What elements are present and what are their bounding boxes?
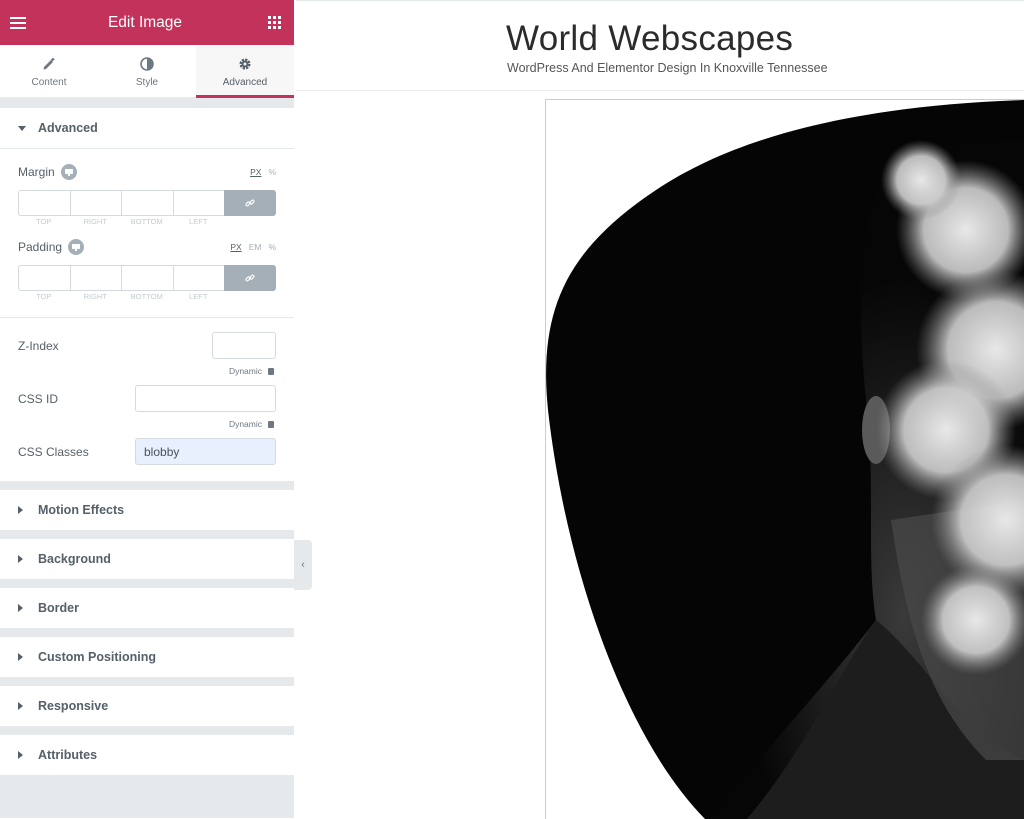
database-icon — [268, 367, 274, 375]
padding-unit-px[interactable]: PX — [230, 242, 241, 252]
tab-advanced-label: Advanced — [222, 76, 268, 88]
caret-right-icon — [18, 555, 28, 563]
z-index-input[interactable] — [212, 332, 276, 359]
margin-right-label: RIGHT — [83, 217, 107, 226]
collapse-panel-button[interactable]: ‹ — [294, 540, 312, 590]
dynamic-label: Dynamic — [228, 366, 262, 376]
section-title: Responsive — [38, 699, 109, 713]
section-border[interactable]: Border — [0, 588, 294, 628]
padding-left-label: LEFT — [189, 292, 208, 301]
margin-bottom-label: BOTTOM — [130, 217, 163, 226]
tab-content[interactable]: Content — [0, 45, 98, 97]
padding-top-input[interactable] — [18, 265, 70, 291]
margin-units: PX % — [250, 167, 276, 177]
caret-right-icon — [18, 653, 28, 661]
widgets-grid-icon[interactable] — [254, 0, 294, 45]
desktop-icon[interactable] — [60, 164, 77, 180]
section-motion-effects[interactable]: Motion Effects — [0, 490, 294, 530]
advanced-section-body: Margin PX % TOP RIGHT BOTTOM LEFT Paddin… — [0, 148, 294, 481]
database-icon — [268, 420, 274, 428]
section-custom-positioning[interactable]: Custom Positioning — [0, 637, 294, 677]
site-title[interactable]: World Webscapes — [506, 19, 793, 59]
margin-control: Margin PX % TOP RIGHT BOTTOM LEFT — [0, 149, 294, 228]
css-id-label: CSS ID — [18, 391, 59, 406]
caret-right-icon — [18, 604, 28, 612]
margin-right-input[interactable] — [69, 190, 121, 216]
section-title: Background — [38, 552, 111, 566]
tab-content-label: Content — [31, 76, 67, 88]
tab-style-label: Style — [135, 76, 159, 88]
margin-top-label: TOP — [36, 217, 52, 226]
css-classes-label: CSS Classes — [18, 444, 89, 459]
padding-control: Padding PX EM % TOP RIGHT BOTTOM LEFT — [0, 228, 294, 303]
css-id-input[interactable] — [135, 385, 276, 412]
section-title: Border — [38, 601, 79, 615]
z-index-dynamic[interactable]: Dynamic — [0, 359, 294, 383]
section-title: Motion Effects — [38, 503, 125, 517]
chevron-left-icon: ‹ — [301, 559, 305, 571]
padding-bottom-input[interactable] — [121, 265, 173, 291]
image-widget[interactable] — [545, 99, 1024, 819]
padding-units: PX EM % — [230, 242, 276, 252]
gear-icon — [238, 55, 252, 73]
caret-down-icon — [18, 125, 28, 131]
panel-header: Edit Image — [0, 0, 294, 45]
css-id-dynamic[interactable]: Dynamic — [0, 412, 294, 436]
css-classes-control: CSS Classes — [0, 438, 294, 481]
caret-right-icon — [18, 506, 28, 514]
panel-title: Edit Image — [107, 13, 183, 31]
padding-unit-em[interactable]: EM — [249, 242, 262, 252]
padding-right-label: RIGHT — [83, 292, 107, 301]
tab-advanced[interactable]: Advanced — [196, 45, 294, 98]
page-preview: World Webscapes WordPress And Elementor … — [296, 0, 1024, 819]
pencil-icon — [42, 55, 56, 73]
desktop-icon[interactable] — [68, 239, 85, 255]
z-index-label: Z-Index — [18, 338, 59, 353]
padding-unit-percent[interactable]: % — [268, 242, 276, 252]
tab-style[interactable]: Style — [98, 45, 196, 97]
css-id-control: CSS ID — [0, 385, 294, 412]
section-attributes[interactable]: Attributes — [0, 735, 294, 775]
margin-label: Margin — [18, 165, 55, 179]
site-tagline: WordPress And Elementor Design In Knoxvi… — [507, 61, 828, 75]
half-circle-icon — [140, 55, 154, 73]
css-classes-input[interactable] — [135, 438, 276, 465]
section-background[interactable]: Background — [0, 539, 294, 579]
padding-left-input[interactable] — [172, 265, 224, 291]
margin-unit-px[interactable]: PX — [250, 167, 261, 177]
caret-right-icon — [18, 751, 28, 759]
editor-panel: Edit Image Content Style Advanced Advanc… — [0, 0, 294, 818]
blob-masked-photo — [546, 100, 1024, 819]
panel-tabs: Content Style Advanced — [0, 45, 294, 98]
section-advanced-header[interactable]: Advanced — [0, 108, 294, 148]
dynamic-label: Dynamic — [228, 419, 262, 429]
section-title: Attributes — [38, 748, 98, 762]
padding-top-label: TOP — [36, 292, 52, 301]
margin-left-input[interactable] — [172, 190, 224, 216]
padding-label: Padding — [18, 240, 63, 254]
link-values-icon[interactable] — [224, 265, 276, 291]
margin-top-input[interactable] — [18, 190, 70, 216]
menu-icon[interactable] — [0, 0, 36, 45]
margin-left-label: LEFT — [189, 217, 208, 226]
section-advanced-title: Advanced — [38, 121, 98, 135]
section-title: Custom Positioning — [38, 650, 157, 664]
margin-unit-percent[interactable]: % — [268, 167, 276, 177]
caret-right-icon — [18, 702, 28, 710]
padding-bottom-label: BOTTOM — [130, 292, 163, 301]
link-values-icon[interactable] — [224, 190, 276, 216]
z-index-control: Z-Index — [0, 332, 294, 359]
padding-right-input[interactable] — [69, 265, 121, 291]
margin-bottom-input[interactable] — [121, 190, 173, 216]
section-responsive[interactable]: Responsive — [0, 686, 294, 726]
